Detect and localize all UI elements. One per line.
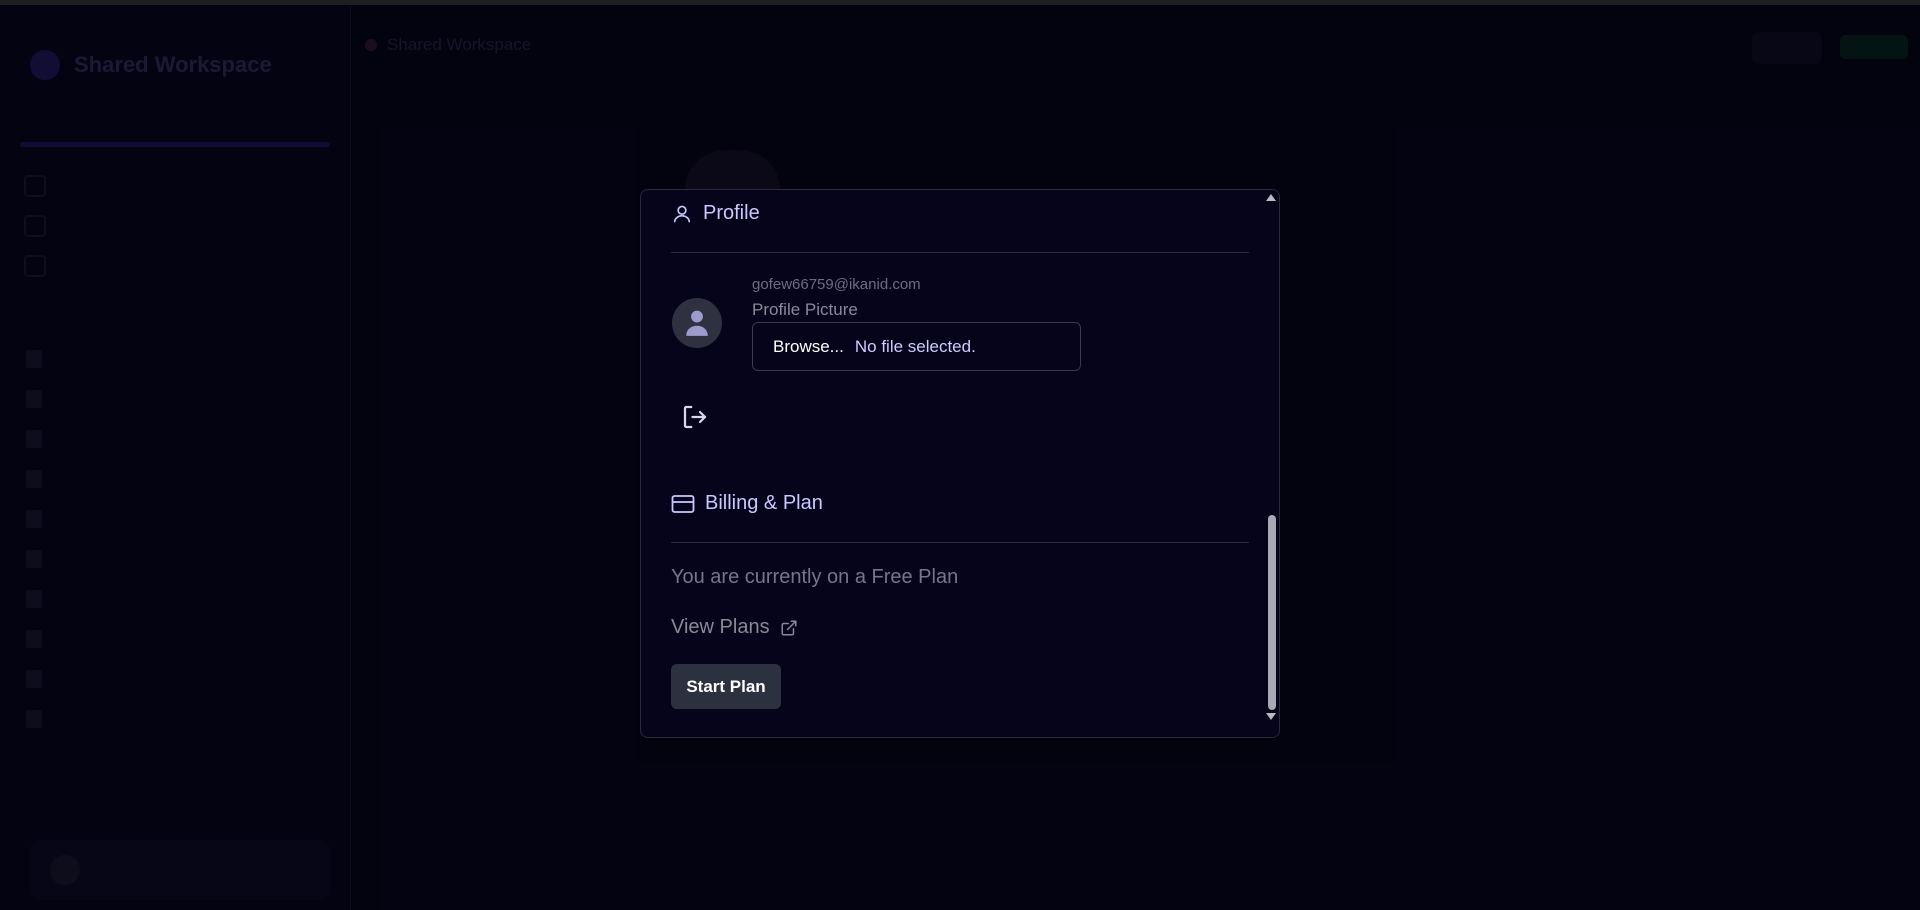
profile-avatar [672,298,722,348]
browse-button[interactable]: Browse... [773,337,844,357]
profile-picture-label: Profile Picture [752,300,858,319]
profile-email: gofew66759@ikanid.com [752,276,921,293]
modal-scrollbar[interactable] [1265,190,1279,737]
scroll-down-arrow-icon[interactable] [1266,713,1276,720]
logout-icon [683,405,707,429]
external-link-icon [781,620,797,635]
logout-button[interactable] [680,402,710,437]
billing-heading-text: Billing & Plan [705,492,823,514]
billing-heading: Billing & Plan [671,492,823,515]
profile-picture-file-input[interactable]: Browse... No file selected. [752,322,1081,371]
profile-divider [671,252,1249,253]
billing-divider [671,542,1249,543]
user-icon [673,205,691,222]
credit-card-icon [671,494,695,513]
settings-modal: Profile gofew66759@ikanid.com Profile Pi… [640,189,1280,738]
view-plans-link[interactable]: View Plans [671,616,798,639]
view-plans-label: View Plans [671,616,770,638]
scrollbar-thumb[interactable] [1268,515,1276,710]
current-plan-text: You are currently on a Free Plan [671,566,959,588]
person-icon [686,310,708,336]
profile-heading-text: Profile [703,202,760,224]
profile-heading: Profile [671,202,760,225]
scroll-up-arrow-icon[interactable] [1266,194,1276,201]
start-plan-button[interactable]: Start Plan [671,664,781,709]
file-status-text: No file selected. [854,336,976,356]
